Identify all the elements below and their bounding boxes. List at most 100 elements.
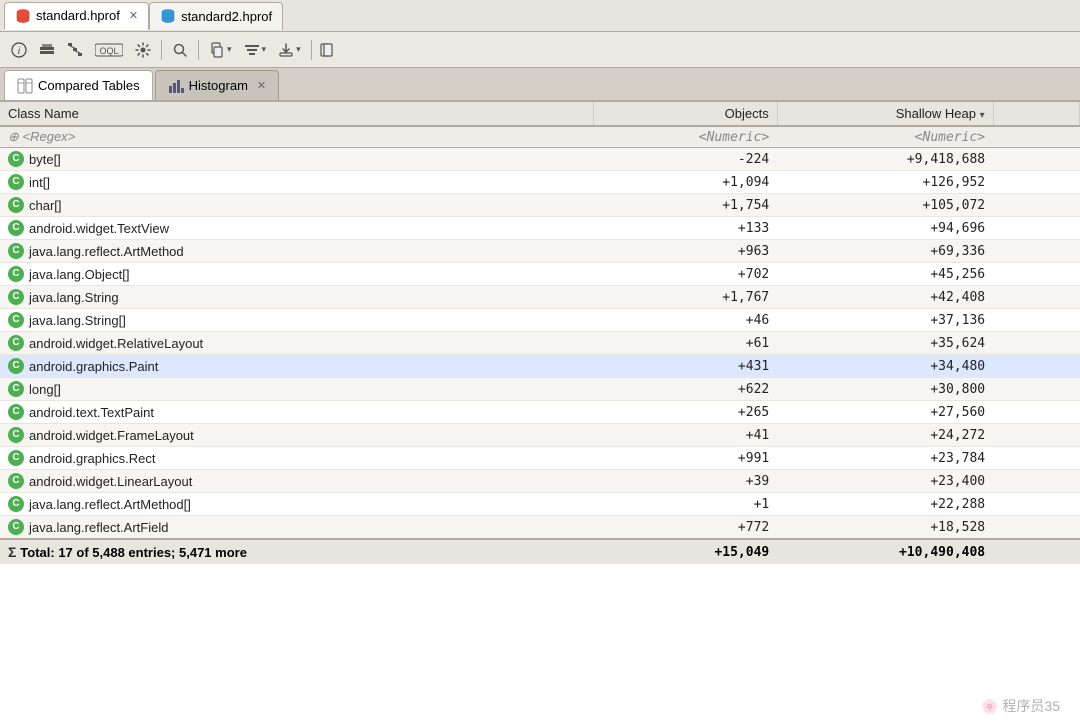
objects-cell: +963 (594, 240, 778, 263)
histogram-icon (168, 78, 184, 94)
search-button[interactable] (167, 37, 193, 63)
table-row[interactable]: C android.widget.FrameLayout +41+24,272 (0, 424, 1080, 447)
class-circle-icon: C (8, 358, 24, 374)
heap-cell: +45,256 (777, 263, 993, 286)
class-circle-icon: C (8, 381, 24, 397)
table-row[interactable]: C android.graphics.Rect +991+23,784 (0, 447, 1080, 470)
class-name-text: android.graphics.Paint (29, 359, 158, 374)
table-row[interactable]: C long[] +622+30,800 (0, 378, 1080, 401)
extra-cell (993, 332, 1079, 355)
footer-label: Σ Total: 17 of 5,488 entries; 5,471 more (0, 539, 594, 564)
class-circle-icon: C (8, 289, 24, 305)
objects-cell: +265 (594, 401, 778, 424)
extra-cell (993, 516, 1079, 540)
table-container[interactable]: Class Name Objects Shallow Heap ▾ ⊕ <Reg… (0, 102, 1080, 728)
objects-cell: +61 (594, 332, 778, 355)
table-row[interactable]: C int[] +1,094+126,952 (0, 171, 1080, 194)
table-row[interactable]: C char[] +1,754+105,072 (0, 194, 1080, 217)
heap-cell: +23,784 (777, 447, 993, 470)
table-row[interactable]: C android.widget.TextView +133+94,696 (0, 217, 1080, 240)
settings-button[interactable] (130, 37, 156, 63)
extra-cell (993, 217, 1079, 240)
objects-cell: +702 (594, 263, 778, 286)
objects-cell: -224 (594, 148, 778, 171)
objects-cell: +622 (594, 378, 778, 401)
objects-cell: +41 (594, 424, 778, 447)
class-name-cell: C java.lang.String[] (0, 309, 594, 332)
extra-cell (993, 194, 1079, 217)
table-header-row: Class Name Objects Shallow Heap ▾ (0, 102, 1080, 126)
copy-dropdown-button[interactable]: ▾ (204, 37, 237, 63)
tab-close-btn[interactable]: ✕ (129, 9, 138, 22)
extra-cell (993, 171, 1079, 194)
objects-cell: +772 (594, 516, 778, 540)
comparison-table: Class Name Objects Shallow Heap ▾ ⊕ <Reg… (0, 102, 1080, 564)
heap-filter: <Numeric> (777, 126, 993, 148)
class-name-cell: C java.lang.Object[] (0, 263, 594, 286)
filter-dropdown-button[interactable]: ▾ (239, 37, 272, 63)
extra-cell (993, 355, 1079, 378)
table-row[interactable]: C java.lang.reflect.ArtMethod +963+69,33… (0, 240, 1080, 263)
table-row[interactable]: C java.lang.String +1,767+42,408 (0, 286, 1080, 309)
sigma-icon: Σ (8, 544, 20, 560)
class-name-text: long[] (29, 382, 61, 397)
tab-label: standard.hprof (36, 8, 120, 23)
col-objects[interactable]: Objects (594, 102, 778, 126)
col-extra (993, 102, 1079, 126)
class-circle-icon: C (8, 496, 24, 512)
class-name-cell: C java.lang.reflect.ArtMethod[] (0, 493, 594, 516)
toolbar: i OQL ▾ ▾ ▾ (0, 32, 1080, 68)
export-dropdown-button[interactable]: ▾ (273, 37, 306, 63)
table-row[interactable]: C android.graphics.Paint +431+34,480 (0, 355, 1080, 378)
class-circle-icon: C (8, 151, 24, 167)
table-row[interactable]: C java.lang.String[] +46+37,136 (0, 309, 1080, 332)
class-name-text: android.text.TextPaint (29, 405, 154, 420)
extra-cell (993, 286, 1079, 309)
class-circle-icon: C (8, 427, 24, 443)
table-row[interactable]: C android.widget.LinearLayout +39+23,400 (0, 470, 1080, 493)
extra-cell (993, 470, 1079, 493)
class-name-cell: C java.lang.reflect.ArtMethod (0, 240, 594, 263)
heap3-button[interactable] (317, 37, 343, 63)
footer-objects: +15,049 (594, 539, 778, 564)
heap-cell: +105,072 (777, 194, 993, 217)
heap-cell: +24,272 (777, 424, 993, 447)
objects-cell: +431 (594, 355, 778, 378)
table-row[interactable]: C java.lang.Object[] +702+45,256 (0, 263, 1080, 286)
table-row[interactable]: C byte[] -224+9,418,688 (0, 148, 1080, 171)
info-button[interactable]: i (6, 37, 32, 63)
heap-cell: +42,408 (777, 286, 993, 309)
tab-histogram[interactable]: Histogram ✕ (155, 70, 279, 100)
sql-button[interactable]: OQL (90, 37, 128, 63)
class-name-cell: C android.graphics.Rect (0, 447, 594, 470)
heap-cell: +37,136 (777, 309, 993, 332)
class-name-cell: C android.graphics.Paint (0, 355, 594, 378)
db-icon (15, 8, 31, 24)
class-circle-icon: C (8, 312, 24, 328)
toolbar-sep2 (198, 40, 199, 60)
class-name-cell: C java.lang.reflect.ArtField (0, 516, 594, 540)
col-class-name[interactable]: Class Name (0, 102, 594, 126)
filter-row: ⊕ <Regex> <Numeric> <Numeric> (0, 126, 1080, 148)
tab-standard2-hprof[interactable]: standard2.hprof (149, 2, 283, 30)
footer-heap: +10,490,408 (777, 539, 993, 564)
heap-button[interactable] (34, 37, 60, 63)
heap-cell: +30,800 (777, 378, 993, 401)
histogram-close-btn[interactable]: ✕ (257, 79, 266, 92)
heap-cell: +69,336 (777, 240, 993, 263)
extra-cell (993, 424, 1079, 447)
tab-standard-hprof[interactable]: standard.hprof ✕ (4, 2, 149, 30)
class-name-cell: C android.widget.RelativeLayout (0, 332, 594, 355)
tab-compared-tables[interactable]: Compared Tables (4, 70, 153, 100)
class-circle-icon: C (8, 243, 24, 259)
table-row[interactable]: C android.widget.RelativeLayout +61+35,6… (0, 332, 1080, 355)
table-row[interactable]: C android.text.TextPaint +265+27,560 (0, 401, 1080, 424)
objects-cell: +1,767 (594, 286, 778, 309)
table-row[interactable]: C java.lang.reflect.ArtField +772+18,528 (0, 516, 1080, 540)
class-circle-icon: C (8, 404, 24, 420)
table-row[interactable]: C java.lang.reflect.ArtMethod[] +1+22,28… (0, 493, 1080, 516)
class-hierarchy-button[interactable] (62, 37, 88, 63)
col-shallow-heap[interactable]: Shallow Heap ▾ (777, 102, 993, 126)
class-name-text: android.widget.TextView (29, 221, 169, 236)
db2-icon (160, 8, 176, 24)
